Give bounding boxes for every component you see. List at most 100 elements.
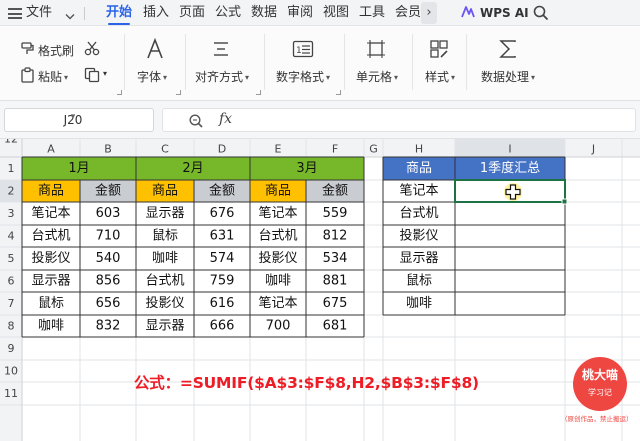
- column-header-a: A: [47, 143, 55, 156]
- style-button[interactable]: 样式 ▾: [425, 68, 455, 85]
- row-header-9: 9: [8, 342, 15, 355]
- align-launcher-icon[interactable]: [256, 90, 261, 95]
- amount-cell: 534: [323, 251, 348, 266]
- ribbon-divider: [185, 34, 186, 90]
- cut-icon[interactable]: [84, 41, 100, 56]
- paste-icon: [21, 67, 34, 83]
- tab-page[interactable]: 页面: [179, 0, 205, 26]
- author-badge: 桃大喵 学习记: [573, 357, 627, 411]
- item-header: 商品: [38, 184, 64, 199]
- fx-icon[interactable]: fx: [219, 111, 232, 127]
- item-cell: 笔记本: [258, 295, 297, 311]
- copy-icon[interactable]: [84, 67, 100, 83]
- amount-cell: 681: [323, 319, 348, 334]
- style-icon: [430, 40, 448, 58]
- column-header-j: J: [591, 143, 595, 156]
- month-header: 3月: [296, 161, 317, 176]
- number-launcher-icon[interactable]: [336, 90, 341, 95]
- amount-cell: 540: [96, 251, 121, 266]
- row-header-8: 8: [8, 320, 15, 333]
- amount-header: 金额: [209, 183, 235, 199]
- amount-header: 金额: [95, 183, 121, 199]
- tab-member[interactable]: 会员: [395, 0, 421, 26]
- summary-total-header: 1季度汇总: [480, 160, 540, 176]
- amount-cell: 603: [96, 206, 121, 221]
- cell-button[interactable]: 单元格 ▾: [356, 68, 398, 85]
- clipboard-launcher-icon[interactable]: [117, 90, 122, 95]
- tab-home[interactable]: 开始: [106, 0, 132, 26]
- more-tools-icon[interactable]: [64, 6, 76, 24]
- ribbon-divider: [344, 34, 345, 90]
- menu-icon[interactable]: [8, 8, 22, 19]
- cell-label: 单元格: [356, 70, 393, 84]
- number-format-label: 数字格式: [276, 70, 325, 84]
- ribbon-divider: [412, 34, 413, 90]
- column-header-e: E: [275, 143, 282, 156]
- amount-cell: 559: [323, 206, 348, 221]
- tab-insert[interactable]: 插入: [143, 0, 169, 26]
- amount-cell: 676: [210, 206, 235, 221]
- formula-bar: J20 ▾ fx: [0, 101, 640, 139]
- summary-item-cell: 笔记本: [399, 183, 438, 199]
- tab-data[interactable]: 数据: [251, 0, 277, 26]
- column-header-g: G: [369, 143, 378, 156]
- amount-cell: 759: [210, 274, 235, 289]
- summary-item-cell: 投影仪: [399, 228, 438, 244]
- column-header-i: I: [508, 143, 511, 156]
- row-header-5: 5: [8, 252, 15, 265]
- item-cell: 咖啡: [265, 274, 291, 289]
- item-cell: 鼠标: [38, 296, 64, 311]
- number-format-button[interactable]: 数字格式 ▾: [276, 68, 330, 85]
- font-launcher-icon[interactable]: [176, 90, 181, 95]
- spreadsheet-area[interactable]: A B C D E F G H I J 1 2 3 4 5 6 7 8 9 10 11 12 1月 商品 金额 2月 商品 金额 3月商…: [0, 139, 640, 441]
- style-label: 样式: [425, 70, 450, 84]
- search-icon[interactable]: [532, 4, 550, 22]
- tab-view[interactable]: 视图: [323, 0, 349, 26]
- wps-ai-button[interactable]: WPS AI: [461, 0, 529, 26]
- format-painter-button[interactable]: 格式刷: [38, 42, 74, 59]
- paste-button[interactable]: 粘贴 ▾: [38, 68, 68, 85]
- summary-item-cell: 显示器: [399, 251, 438, 266]
- amount-cell: 666: [210, 319, 235, 334]
- amount-cell: 832: [96, 319, 121, 334]
- copy-dropdown-icon[interactable]: ▾: [103, 69, 107, 78]
- name-box-dropdown-icon[interactable]: ▾: [5, 112, 141, 122]
- align-label: 对齐方式: [195, 70, 244, 84]
- data-process-button[interactable]: 数据处理 ▾: [481, 68, 535, 85]
- align-button[interactable]: 对齐方式 ▾: [195, 68, 249, 85]
- item-cell: 咖啡: [152, 251, 178, 266]
- item-cell: 显示器: [31, 274, 70, 289]
- item-cell: 台式机: [258, 229, 297, 244]
- tab-tools[interactable]: 工具: [359, 0, 385, 26]
- paste-label: 粘贴: [38, 70, 63, 84]
- align-icon: [214, 42, 228, 56]
- menu-divider: [84, 7, 85, 20]
- summary-item-cell: 鼠标: [406, 274, 432, 289]
- item-cell: 笔记本: [258, 205, 297, 221]
- font-button[interactable]: 字体 ▾: [137, 68, 167, 85]
- item-cell: 鼠标: [152, 229, 178, 244]
- row-header-4: 4: [8, 230, 15, 243]
- zoom-icon[interactable]: [188, 113, 204, 129]
- name-box[interactable]: J20 ▾: [4, 108, 154, 132]
- cell-grid[interactable]: A B C D E F G H I J1234567891011121月商品 金额2月商品 金额3月商…: [0, 139, 640, 441]
- file-menu[interactable]: 文件: [26, 0, 52, 26]
- fill-handle[interactable]: [561, 198, 568, 205]
- amount-cell: 616: [210, 296, 235, 311]
- item-cell: 笔记本: [31, 205, 70, 221]
- month-header: 2月: [182, 161, 203, 176]
- tab-review[interactable]: 审阅: [287, 0, 313, 26]
- month-header: 1月: [68, 161, 89, 176]
- amount-header: 金额: [322, 183, 348, 199]
- amount-cell: 656: [96, 296, 121, 311]
- tab-formulas[interactable]: 公式: [215, 0, 241, 26]
- column-header-c: C: [161, 143, 169, 156]
- ribbon: 格式刷 粘贴 ▾ ▾ 字体 ▾ 对齐方式 ▾ 1 数字格式 ▾ 单元格 ▾ 样式 ▾ 数据处…: [0, 26, 640, 101]
- column-header-d: D: [218, 143, 226, 156]
- item-header: 商品: [152, 184, 178, 199]
- wps-ai-label: WPS AI: [480, 6, 529, 20]
- more-tabs-button[interactable]: ›: [421, 2, 437, 24]
- column-header-f: F: [332, 143, 338, 156]
- formula-input[interactable]: fx: [162, 108, 636, 132]
- cursor-cross-icon: [504, 183, 522, 201]
